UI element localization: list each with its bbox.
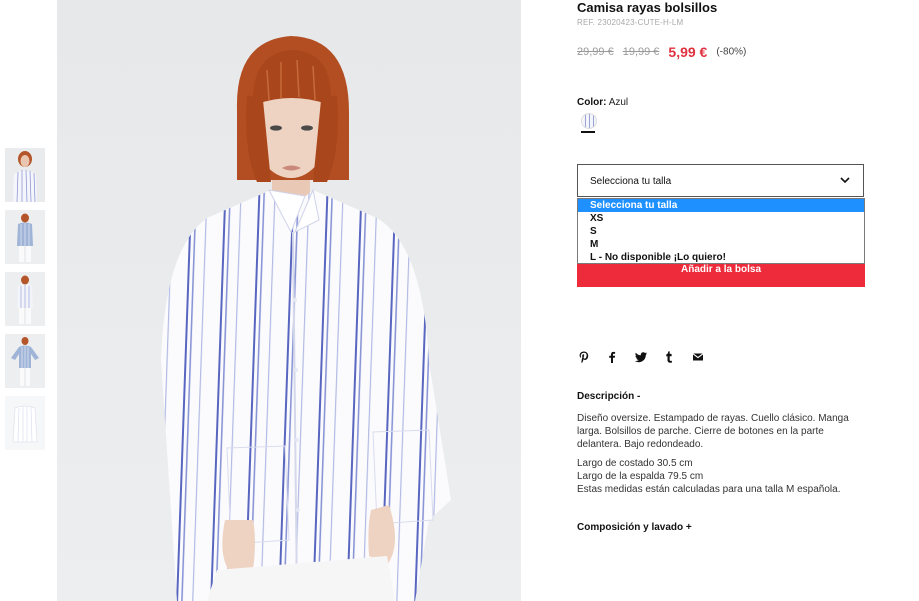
product-main-image <box>57 0 521 601</box>
price-block: 29,99 € 19,99 € 5,99 € (-80%) <box>577 43 747 60</box>
size-dropdown-list: Selecciona tu talla XS S M L - No dispon… <box>577 198 865 264</box>
size-option-s[interactable]: S <box>578 225 864 238</box>
chevron-down-icon <box>840 177 850 184</box>
discount-badge: (-80%) <box>716 46 747 58</box>
previous-price: 19,99 € <box>622 45 660 58</box>
measure-back: Largo de la espalda 79.5 cm <box>577 471 704 482</box>
size-option-placeholder[interactable]: Selecciona tu talla <box>578 199 864 212</box>
size-option-m[interactable]: M <box>578 238 864 251</box>
email-icon[interactable] <box>691 350 705 364</box>
facebook-icon[interactable] <box>605 350 619 364</box>
size-option-xs[interactable]: XS <box>578 212 864 225</box>
tumblr-icon[interactable] <box>662 350 676 364</box>
size-select[interactable]: Selecciona tu talla <box>577 164 864 197</box>
color-label-row: Color: Azul <box>577 97 628 108</box>
composition-toggle[interactable]: Composición y lavado + <box>577 522 692 533</box>
thumbnail-3[interactable] <box>5 272 45 326</box>
twitter-icon[interactable] <box>634 350 648 364</box>
description-body: Diseño oversize. Estampado de rayas. Cue… <box>577 412 867 496</box>
selected-swatch-indicator <box>581 131 595 133</box>
thumbnail-4[interactable] <box>5 334 45 388</box>
current-price: 5,99 € <box>668 43 708 60</box>
thumbnail-2[interactable] <box>5 210 45 264</box>
measure-note: Estas medidas están calculadas para una … <box>577 484 841 495</box>
thumbnail-strip <box>5 148 45 458</box>
size-option-l-unavailable[interactable]: L - No disponible ¡Lo quiero! <box>578 251 864 264</box>
description-toggle[interactable]: Descripción - <box>577 391 640 402</box>
description-text: Diseño oversize. Estampado de rayas. Cue… <box>577 413 849 450</box>
product-title: Camisa rayas bolsillos <box>577 0 718 15</box>
share-bar <box>577 350 715 364</box>
original-price: 29,99 € <box>577 45 614 58</box>
color-label: Color: <box>577 97 607 108</box>
pinterest-icon[interactable] <box>577 350 591 364</box>
color-value: Azul <box>608 97 629 108</box>
thumbnail-1[interactable] <box>5 148 45 202</box>
size-select-label: Selecciona tu talla <box>590 176 672 187</box>
striped-swatch-icon[interactable] <box>581 113 597 129</box>
thumbnail-5[interactable] <box>5 396 45 450</box>
measure-side: Largo de costado 30.5 cm <box>577 458 693 469</box>
product-reference: REF. 23020423-CUTE-H-LM <box>577 18 684 27</box>
